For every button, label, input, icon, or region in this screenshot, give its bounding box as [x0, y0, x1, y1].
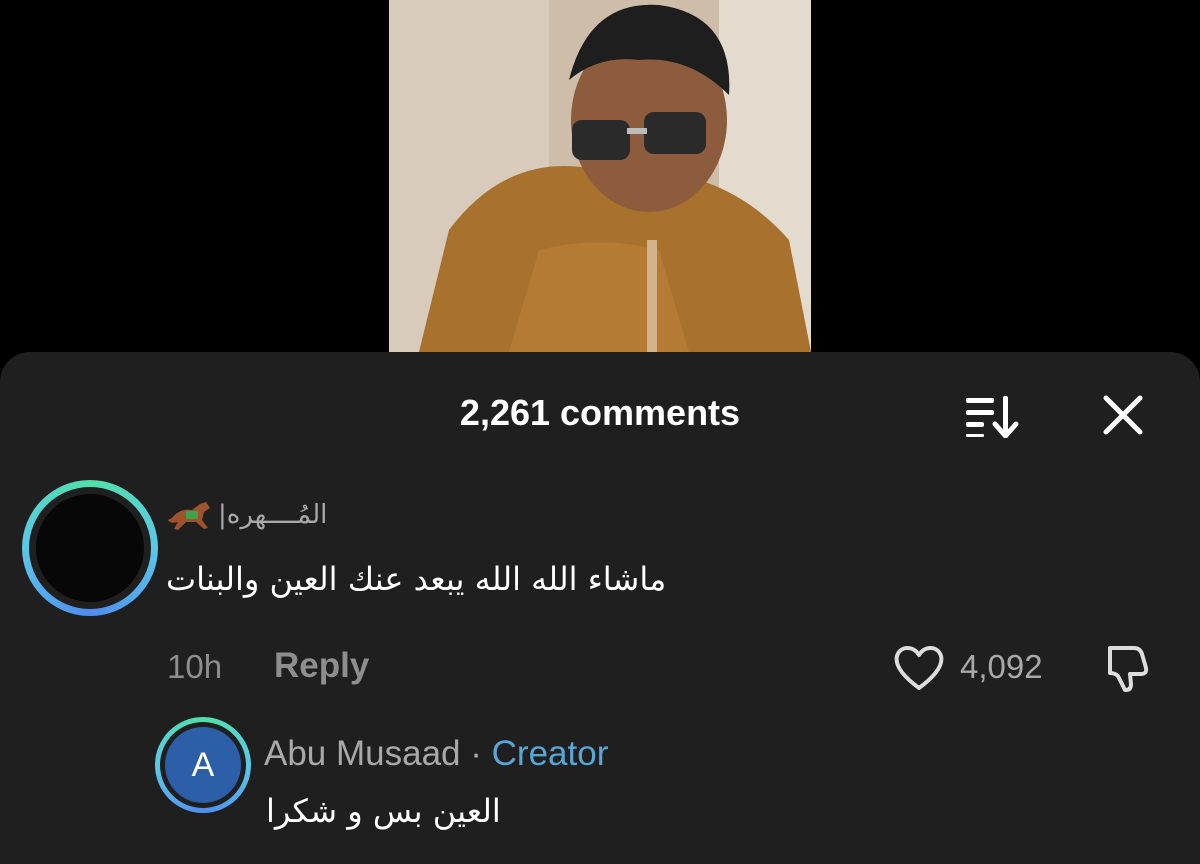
comment-timestamp: 10h [167, 648, 223, 685]
reply-text: العين بس و شكرا [266, 792, 501, 830]
like-count: 4,092 [960, 648, 1043, 685]
reply-author-name[interactable]: Abu Musaad [264, 734, 461, 773]
reply-button[interactable]: Reply [274, 646, 369, 686]
thumbs-down-icon [1108, 646, 1149, 692]
comment-text: ماشاء الله الله يبعد عنك العين والبنات [166, 560, 667, 598]
avatar-letter: A [165, 727, 241, 803]
username-text: المُــــهره| [218, 500, 328, 530]
separator-dot: · [470, 734, 482, 773]
like-button[interactable] [892, 642, 946, 694]
reply-header: Abu Musaad · Creator [264, 734, 608, 774]
commenter-avatar[interactable] [22, 480, 158, 616]
sort-icon [966, 396, 1019, 439]
comments-count-title: 2,261 comments [459, 392, 741, 433]
video-frame[interactable] [389, 0, 811, 352]
heart-icon [894, 646, 944, 690]
avatar-image [36, 494, 144, 602]
horse-emoji-icon [168, 502, 210, 530]
dislike-button[interactable] [1100, 642, 1154, 696]
sort-button[interactable] [962, 394, 1020, 439]
comments-sheet: 2,261 comments المُــــهره| ماشاء الله ا… [0, 352, 1200, 864]
close-icon [1103, 395, 1143, 435]
creator-badge: Creator [491, 734, 609, 773]
reply-avatar[interactable]: A [155, 717, 251, 813]
comment-username[interactable]: المُــــهره| [166, 498, 327, 532]
close-button[interactable] [1100, 392, 1146, 438]
